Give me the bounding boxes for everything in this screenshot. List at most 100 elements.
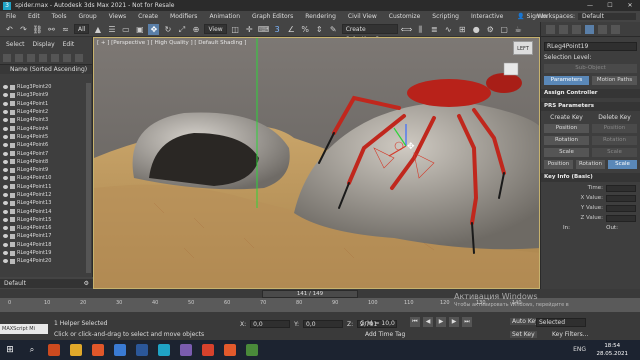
menu-animation[interactable]: Animation [203, 13, 246, 20]
visibility-icon[interactable] [3, 101, 8, 106]
visibility-icon[interactable] [3, 110, 8, 115]
rotation-mode-button[interactable]: Rotation [576, 160, 605, 169]
menu-scripting[interactable]: Scripting [426, 13, 465, 20]
angle-snap-icon[interactable]: ∠ [286, 24, 297, 35]
scene-list-scrollbar[interactable] [86, 83, 91, 273]
list-item[interactable]: RLeg4Point2 [0, 108, 86, 116]
rect-selection-icon[interactable]: ▭ [120, 24, 131, 35]
visibility-icon[interactable] [3, 251, 8, 256]
go-to-end-icon[interactable]: ⏭ [462, 317, 472, 327]
menu-customize[interactable]: Customize [383, 13, 427, 20]
filter-icon[interactable] [51, 53, 59, 62]
minimize-button[interactable]: — [580, 0, 600, 11]
visibility-icon[interactable] [3, 184, 8, 189]
delete-rotation-key-button[interactable]: Rotation [592, 136, 637, 145]
window-crossing-icon[interactable]: ▣ [134, 24, 145, 35]
menu-tools[interactable]: Tools [46, 13, 73, 20]
tab-display[interactable]: Display [33, 41, 55, 48]
visibility-icon[interactable] [3, 226, 8, 231]
play-icon[interactable]: ▶ [436, 317, 446, 327]
visibility-icon[interactable] [3, 209, 8, 214]
list-item[interactable]: RLeg4Point9 [0, 166, 86, 174]
menu-edit[interactable]: Edit [22, 13, 46, 20]
prs-parameters-rollout[interactable]: PRS Parameters [541, 102, 640, 111]
mirror-icon[interactable]: ⟺ [401, 24, 412, 35]
list-item[interactable]: RLeg4Point11 [0, 183, 86, 191]
menu-rendering[interactable]: Rendering [299, 13, 342, 20]
workspaces-dropdown[interactable]: Default [578, 13, 636, 20]
redo-icon[interactable]: ↷ [18, 24, 29, 35]
named-selection-dropdown[interactable]: Create Selection Se [341, 24, 398, 43]
list-item[interactable]: RLeg4Point12 [0, 191, 86, 199]
go-to-start-icon[interactable]: ⏮ [410, 317, 420, 327]
folder-icon[interactable] [70, 344, 82, 356]
browser-icon[interactable] [92, 344, 104, 356]
app-icon[interactable] [48, 344, 60, 356]
visibility-icon[interactable] [3, 242, 8, 247]
create-rotation-key-button[interactable]: Rotation [544, 136, 589, 145]
filter-icon[interactable] [3, 53, 11, 62]
list-item[interactable]: RLeg4Point8 [0, 158, 86, 166]
edit-named-selection-icon[interactable]: ✎ [328, 24, 339, 35]
link-icon[interactable]: ⛓ [32, 24, 43, 35]
viewport-label[interactable]: [ + ] [Perspective ] [ High Quality ] [ … [97, 40, 246, 46]
scale-mode-button[interactable]: Scale [608, 160, 637, 169]
parameters-button[interactable]: Parameters [544, 76, 589, 85]
x-value-spinner[interactable] [606, 194, 636, 202]
visibility-icon[interactable] [3, 126, 8, 131]
ref-coord-dropdown[interactable]: View [204, 24, 227, 34]
undo-icon[interactable]: ↶ [4, 24, 15, 35]
filter-icon[interactable] [75, 53, 83, 62]
menu-civil-view[interactable]: Civil View [342, 13, 383, 20]
curve-editor-icon[interactable]: ∿ [443, 24, 454, 35]
render-setup-icon[interactable]: ⚙ [485, 24, 496, 35]
visibility-icon[interactable] [3, 134, 8, 139]
time-slider-frame[interactable]: 141 / 149 [262, 289, 358, 298]
list-item[interactable]: RLeg4Point5 [0, 133, 86, 141]
select-object-icon[interactable]: ▲ [92, 24, 103, 35]
filter-icon[interactable] [39, 53, 47, 62]
sub-object-button[interactable]: Sub-Object [544, 64, 637, 73]
visibility-icon[interactable] [3, 176, 8, 181]
list-item[interactable]: RLeg4Point7 [0, 149, 86, 157]
menu-views[interactable]: Views [103, 13, 132, 20]
list-item[interactable]: RLeg4Point1 [0, 100, 86, 108]
create-tab-icon[interactable] [546, 24, 555, 34]
list-item[interactable]: RLeg4Point4 [0, 124, 86, 132]
select-by-name-icon[interactable]: ☰ [106, 24, 117, 35]
rendered-frame-icon[interactable]: ▢ [499, 24, 510, 35]
visibility-icon[interactable] [3, 217, 8, 222]
visibility-icon[interactable] [3, 93, 8, 98]
search-icon[interactable]: ⌕ [26, 345, 38, 355]
select-rotate-icon[interactable]: ↻ [162, 24, 173, 35]
set-key-button[interactable]: Set Key [510, 331, 537, 338]
position-mode-button[interactable]: Position [544, 160, 573, 169]
app-icon[interactable] [202, 344, 214, 356]
list-item[interactable]: RLeg4Point3 [0, 116, 86, 124]
list-item[interactable]: RLeg3Point20 [0, 83, 86, 91]
filter-icon[interactable] [15, 53, 23, 62]
bind-space-warp-icon[interactable]: ≈ [60, 24, 71, 35]
list-item[interactable]: RLeg4Point19 [0, 249, 86, 257]
list-item[interactable]: RLeg4Point18 [0, 241, 86, 249]
maxscript-listener[interactable]: MAXScript Mi [0, 324, 48, 334]
menu-graph-editors[interactable]: Graph Editors [246, 13, 299, 20]
delete-position-key-button[interactable]: Position [592, 124, 637, 133]
menu-group[interactable]: Group [72, 13, 102, 20]
render-icon[interactable]: ☕ [513, 24, 524, 35]
word-icon[interactable] [136, 344, 148, 356]
create-position-key-button[interactable]: Position [544, 124, 589, 133]
close-button[interactable]: ✕ [620, 0, 640, 11]
app-icon[interactable] [246, 344, 258, 356]
select-scale-icon[interactable]: ⤢ [176, 24, 187, 35]
visibility-icon[interactable] [3, 201, 8, 206]
app-icon[interactable] [180, 344, 192, 356]
motion-tab-icon[interactable] [585, 24, 594, 34]
maximize-button[interactable]: ☐ [600, 0, 620, 11]
visibility-icon[interactable] [3, 143, 8, 148]
tab-edit[interactable]: Edit [63, 41, 75, 48]
name-column-header[interactable]: Name (Sorted Ascending) [0, 65, 92, 74]
perspective-viewport[interactable]: ✥ [ + ] [Perspective ] [ High Quality ] … [93, 37, 540, 289]
spinner-snap-icon[interactable]: ⇕ [314, 24, 325, 35]
app-icon[interactable] [224, 344, 236, 356]
